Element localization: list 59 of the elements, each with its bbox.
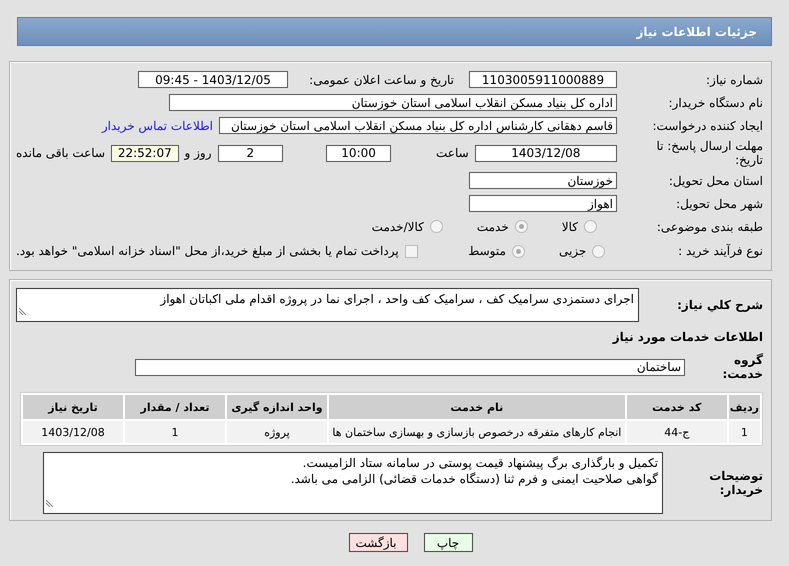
column-header: ردیف [728, 395, 760, 419]
print-button[interactable]: چاپ [424, 533, 472, 552]
column-header: کد خدمت [626, 395, 727, 419]
input-field[interactable]: 1103005911000889 [469, 71, 617, 88]
resize-grip-icon[interactable] [46, 499, 54, 507]
radio-button[interactable] [584, 220, 597, 233]
field-label: شماره نیاز: [705, 72, 764, 86]
table-cell: 1403/12/08 [23, 421, 123, 443]
buyer-notes-field[interactable]: تکمیل و بارگذاری برگ پیشنهاد قیمت پوستی در سامانه ستاد الزامیست. گواهی صلاحیت ایمنی و فرم ثنا (دستگاه خدمات قضائی) الزامی می باشد. [43, 452, 663, 514]
input-field[interactable]: اداره کل بنیاد مسکن انقلاب اسلامی استان خوزستان [169, 94, 617, 111]
field-label: شهر محل تحویل: [675, 196, 764, 210]
checkbox[interactable] [404, 244, 418, 258]
resize-grip-icon[interactable] [19, 307, 27, 315]
option-label: متوسط [468, 244, 506, 258]
input-field[interactable]: 1403/12/08 [474, 144, 617, 162]
input-field[interactable]: 2 [218, 144, 284, 162]
input-field[interactable]: خوزستان [469, 172, 617, 189]
back-button[interactable]: بازگشت [348, 533, 408, 552]
input-field[interactable]: قاسم دهقانی کارشناس اداره کل بنیاد مسکن انقلاب اسلامی استان خوزستان [219, 117, 617, 134]
radio-button[interactable] [430, 220, 443, 233]
field-label: توضیحات خریدار: [708, 469, 764, 497]
option-label: جزیی [558, 244, 586, 258]
field-label: گروه خدمت: [721, 353, 764, 381]
field-label: نوع فرآیند خرید : [677, 244, 764, 258]
input-field[interactable]: 1403/12/05 - 09:45 [138, 71, 288, 88]
option-label: کالا/خدمت [372, 220, 424, 234]
input-field[interactable]: ساختمان [135, 358, 685, 376]
option-label: خدمت [476, 220, 509, 234]
table-cell: پروژه [226, 421, 327, 443]
radio-button[interactable] [514, 220, 528, 233]
input-field[interactable]: 10:00 [326, 144, 392, 162]
field-label: طبقه بندی موضوعی: [656, 220, 764, 234]
field-label: ایجاد کننده درخواست: [651, 118, 764, 132]
table-cell: ج-44 [626, 421, 727, 443]
buyer-contact-link[interactable]: اطلاعات تماس خریدار [102, 118, 213, 132]
radio-button[interactable] [512, 244, 525, 258]
field-label: شرح کلي نياز: [676, 298, 764, 312]
payment-note: پرداخت تمام یا بخشی از مبلغ خرید،از محل "اسناد خزانه اسلامی" خواهد بود. [16, 244, 399, 258]
page-title: جزئیات اطلاعات نیاز [636, 24, 757, 38]
table-cell: انجام کارهای متفرقه درخصوص بازسازی و بهسازی ساختمان ها [328, 421, 625, 443]
field-label: نام دستگاه خریدار: [668, 96, 764, 110]
field-label: تاریخ و ساعت اعلان عمومی: [308, 72, 454, 86]
option-label: کالا [562, 220, 578, 234]
input-field[interactable]: اهواز [469, 195, 617, 212]
section-heading: اطلاعات خدمات مورد نیاز [612, 330, 764, 344]
label-text: ساعت باقی مانده [16, 146, 106, 160]
column-header: تاریخ نیاز [23, 395, 123, 419]
table-cell: 1 [728, 421, 760, 443]
label-text: روز و [184, 146, 212, 160]
description-field[interactable]: اجرای دستمزدی سرامیک کف ، سرامیک کف واحد ، اجرای نما در پروژه اقدام ملی اکباتان اهواز [16, 288, 639, 322]
column-header: تعداد / مقدار [125, 395, 225, 419]
input-field[interactable]: 22:52:07 [111, 144, 179, 162]
radio-button[interactable] [592, 244, 606, 258]
column-header: نام خدمت [328, 395, 625, 419]
field-label: مهلت ارسال پاسخ: تا تاریخ: [655, 139, 764, 167]
field-label: استان محل تحویل: [668, 174, 764, 188]
column-header: واحد اندازه گیری [226, 395, 327, 419]
table-cell: 1 [125, 421, 225, 443]
label-text: ساعت [436, 146, 469, 160]
